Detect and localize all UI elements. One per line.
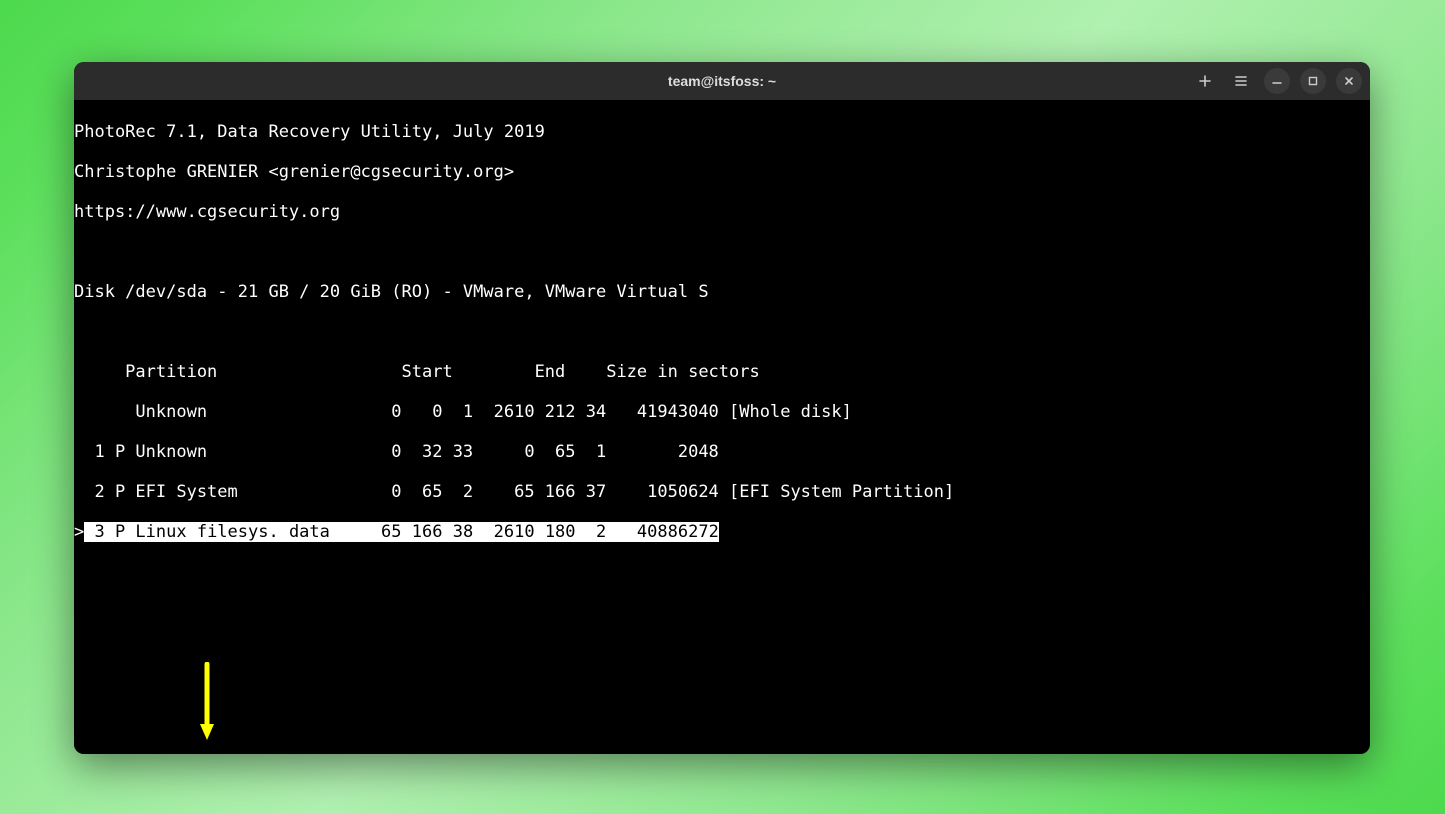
titlebar: team@itsfoss: ~: [74, 62, 1370, 100]
partition-row[interactable]: Unknown 0 0 1 2610 212 34 41943040 [Whol…: [74, 402, 1370, 422]
partition-table-header: Partition Start End Size in sectors: [74, 362, 1370, 382]
app-header-line: PhotoRec 7.1, Data Recovery Utility, Jul…: [74, 122, 1370, 142]
close-button[interactable]: [1336, 68, 1362, 94]
selection-marker: >: [74, 522, 84, 542]
url-line: https://www.cgsecurity.org: [74, 202, 1370, 222]
desktop: team@itsfoss: ~ PhotoRec 7.1,: [0, 0, 1445, 814]
blank-line: [74, 642, 1370, 662]
window-title: team@itsfoss: ~: [668, 73, 776, 89]
new-tab-button[interactable]: [1192, 68, 1218, 94]
blank-line: [74, 602, 1370, 622]
maximize-button[interactable]: [1300, 68, 1326, 94]
disk-info-line: Disk /dev/sda - 21 GB / 20 GiB (RO) - VM…: [74, 282, 1370, 302]
blank-line: [74, 322, 1370, 342]
terminal-body[interactable]: PhotoRec 7.1, Data Recovery Utility, Jul…: [74, 100, 1370, 754]
terminal-window: team@itsfoss: ~ PhotoRec 7.1,: [74, 62, 1370, 754]
blank-line: [74, 242, 1370, 262]
author-line: Christophe GRENIER <grenier@cgsecurity.o…: [74, 162, 1370, 182]
partition-row-selected[interactable]: > 3 P Linux filesys. data 65 166 38 2610…: [74, 522, 1370, 542]
blank-line: [74, 722, 1370, 742]
partition-row[interactable]: 2 P EFI System 0 65 2 65 166 37 1050624 …: [74, 482, 1370, 502]
blank-line: [74, 682, 1370, 702]
blank-line: [74, 562, 1370, 582]
selected-partition-text: 3 P Linux filesys. data 65 166 38 2610 1…: [84, 522, 719, 542]
hamburger-menu-button[interactable]: [1228, 68, 1254, 94]
titlebar-controls: [1192, 62, 1362, 100]
partition-row[interactable]: 1 P Unknown 0 32 33 0 65 1 2048: [74, 442, 1370, 462]
minimize-button[interactable]: [1264, 68, 1290, 94]
